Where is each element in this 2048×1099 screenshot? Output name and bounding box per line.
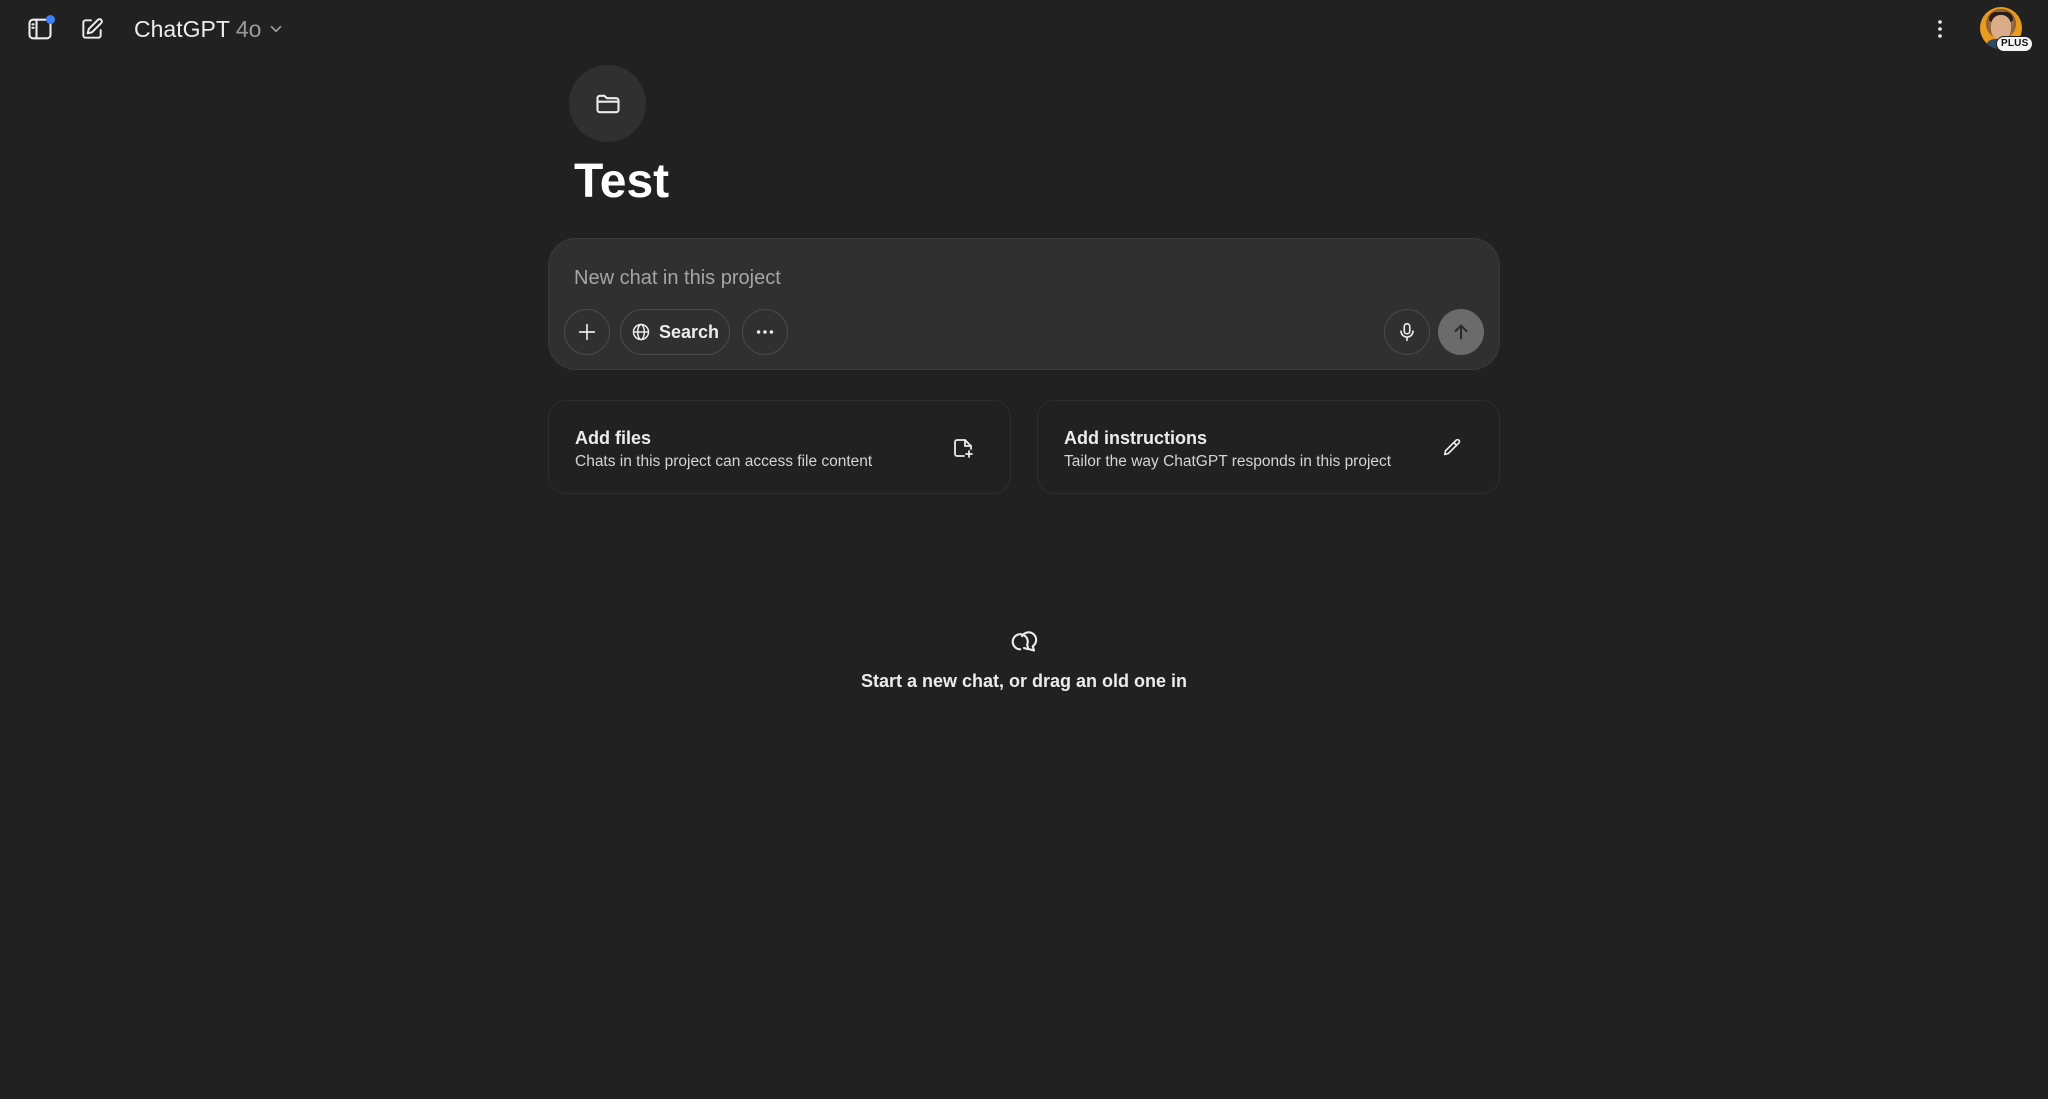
compose-icon — [82, 18, 103, 39]
sidebar-toggle-button[interactable] — [20, 9, 60, 49]
tools-button[interactable] — [742, 309, 788, 355]
empty-state-text: Start a new chat, or drag an old one in — [860, 671, 1188, 691]
horizontal-dots-icon — [756, 330, 774, 334]
chat-bubbles-icon — [1011, 631, 1038, 652]
empty-state: Start a new chat, or drag an old one in — [724, 628, 1324, 692]
notification-dot — [46, 15, 55, 24]
plus-icon — [578, 323, 596, 341]
plan-badge: PLUS — [1996, 36, 2034, 52]
chat-input[interactable] — [574, 263, 1454, 293]
attach-button[interactable] — [564, 309, 610, 355]
card-subtitle: Tailor the way ChatGPT responds in this … — [1064, 453, 1392, 470]
card-title: Add files — [575, 428, 652, 448]
arrow-up-icon — [1454, 324, 1468, 340]
send-button[interactable] — [1438, 309, 1484, 355]
chevron-down-icon — [271, 25, 282, 33]
model-name: ChatGPT — [134, 15, 230, 42]
profile-button[interactable]: PLUS — [1980, 7, 2034, 53]
vertical-dots-icon — [1938, 20, 1942, 38]
more-options-button[interactable] — [1920, 9, 1960, 49]
project-folder-button[interactable] — [569, 65, 646, 142]
microphone-icon — [1400, 322, 1414, 342]
voice-input-button[interactable] — [1384, 309, 1430, 355]
add-files-card[interactable]: Add files Chats in this project can acce… — [548, 400, 1011, 494]
search-label: Search — [658, 321, 720, 342]
new-chat-button[interactable] — [72, 9, 112, 49]
folder-icon — [595, 94, 620, 113]
add-instructions-card[interactable]: Add instructions Tailor the way ChatGPT … — [1037, 400, 1500, 494]
card-subtitle: Chats in this project can access file co… — [575, 453, 873, 470]
model-version: 4o — [235, 15, 262, 42]
top-bar: ChatGPT 4o PLUS — [0, 0, 2048, 58]
composer: Search — [548, 238, 1500, 370]
card-title: Add instructions — [1064, 428, 1207, 448]
pencil-icon — [1443, 438, 1461, 456]
search-button[interactable]: Search — [620, 309, 730, 355]
project-title: Test — [574, 155, 670, 208]
globe-icon — [632, 323, 650, 341]
file-plus-icon — [954, 439, 973, 458]
model-switcher[interactable]: ChatGPT 4o — [130, 12, 289, 46]
